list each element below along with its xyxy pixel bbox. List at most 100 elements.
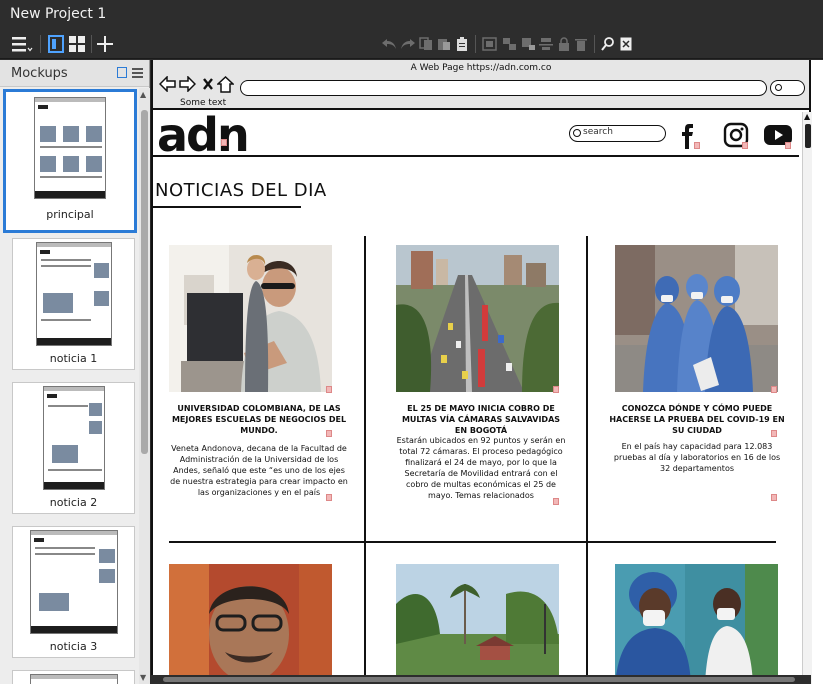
- delete-button[interactable]: [573, 33, 589, 55]
- note-marker-icon: [326, 386, 332, 393]
- canvas-horizontal-scrollbar[interactable]: [151, 675, 811, 684]
- header-divider: [153, 155, 799, 157]
- window-title: New Project 1: [0, 0, 823, 29]
- ungroup-icon: [502, 37, 517, 51]
- thumbnail-preview: [29, 530, 118, 634]
- note-marker-icon: [326, 430, 332, 437]
- arrange-icon: [521, 37, 536, 51]
- ungroup-button[interactable]: [500, 33, 518, 55]
- mockup-thumbnail-principal[interactable]: principal: [3, 89, 137, 233]
- lock-icon: [558, 37, 570, 51]
- news-photo-business-school[interactable]: [169, 245, 332, 392]
- view-grid-button[interactable]: [67, 33, 87, 55]
- thumbnail-preview: [29, 674, 118, 684]
- note-marker-icon: [771, 494, 777, 501]
- mockup-thumbnail-noticia-3[interactable]: noticia 3: [12, 526, 135, 658]
- search-icon: [601, 37, 615, 51]
- browser-window-mockup[interactable]: A Web Page https://adn.com.co Some text …: [151, 60, 812, 684]
- news-summary: En el país hay capacidad para 12.083 pru…: [613, 442, 781, 473]
- note-marker-icon: [742, 142, 748, 149]
- mockup-thumbnail-noticia-2[interactable]: noticia 2: [12, 382, 135, 514]
- thumbnail-preview: [42, 386, 105, 490]
- lock-button[interactable]: [556, 33, 572, 55]
- note-marker-icon: [553, 498, 559, 505]
- list-view-icon[interactable]: [132, 68, 143, 78]
- copy-icon: [419, 37, 433, 51]
- scroll-down-icon[interactable]: ▼: [140, 673, 146, 682]
- group-button[interactable]: [480, 33, 498, 55]
- news-summary: Estarán ubicados en 92 puntos y serán en…: [396, 436, 566, 500]
- search-icon: [775, 84, 782, 91]
- news-photo-traffic-cameras[interactable]: [396, 245, 559, 392]
- close-icon[interactable]: [202, 76, 214, 96]
- thumbnail-label: noticia 2: [49, 496, 98, 509]
- news-photo-town-park[interactable]: [396, 564, 559, 684]
- align-icon: [539, 37, 553, 51]
- news-photo-covid-test[interactable]: [615, 245, 778, 392]
- toolbar: [0, 29, 823, 59]
- arrange-button[interactable]: [519, 33, 537, 55]
- single-view-icon: [48, 35, 64, 53]
- note-marker-icon: [553, 386, 559, 393]
- site-search-input[interactable]: search: [569, 125, 666, 142]
- thumbnail-scroll-thumb[interactable]: [141, 110, 148, 454]
- note-marker-icon: [785, 142, 791, 149]
- scroll-up-icon[interactable]: ▲: [804, 112, 810, 121]
- row-divider: [169, 541, 776, 543]
- title-underline: [153, 206, 301, 208]
- browser-search-box[interactable]: [770, 80, 805, 96]
- add-mockup-button[interactable]: [95, 33, 115, 55]
- menu-button[interactable]: [10, 33, 34, 55]
- copy-button[interactable]: [418, 33, 434, 55]
- mockups-panel-title: Mockups: [11, 66, 68, 81]
- export-x-icon: [620, 37, 632, 51]
- mockups-panel: Mockups principal noticia 1 noticia 2 no…: [0, 60, 150, 684]
- redo-icon: [400, 37, 416, 51]
- note-marker-icon: [771, 386, 777, 393]
- view-single-button[interactable]: [46, 33, 66, 55]
- home-icon[interactable]: [216, 75, 235, 97]
- export-button[interactable]: [618, 33, 634, 55]
- thumbnail-scrollbar[interactable]: ▲ ▼: [139, 88, 150, 684]
- search-placeholder: search: [583, 127, 613, 137]
- page-scroll-thumb[interactable]: [805, 124, 811, 148]
- mockup-thumbnail-noticia-1[interactable]: noticia 1: [12, 238, 135, 370]
- page-vertical-scrollbar[interactable]: ▲: [802, 112, 812, 684]
- find-button[interactable]: [599, 33, 617, 55]
- canvas-scroll-thumb[interactable]: [163, 677, 795, 682]
- scroll-up-icon[interactable]: ▲: [140, 90, 146, 99]
- note-marker-icon: [221, 139, 227, 146]
- thumbnail-label: noticia 1: [49, 352, 98, 365]
- back-arrow-icon[interactable]: [158, 75, 176, 96]
- paste-button[interactable]: [436, 33, 452, 55]
- align-button[interactable]: [538, 33, 554, 55]
- note-marker-icon: [694, 142, 700, 149]
- search-icon: [573, 129, 581, 137]
- news-headline[interactable]: UNIVERSIDAD COLOMBIANA, DE LAS MEJORES E…: [169, 403, 349, 436]
- mockup-thumbnail-list: principal noticia 1 noticia 2 noticia 3: [0, 88, 139, 684]
- clipboard-button[interactable]: [454, 33, 470, 55]
- url-bar[interactable]: [240, 80, 767, 96]
- web-page-content: adn search NOTICIAS DEL DIA UNIVERSIDAD …: [153, 112, 799, 684]
- news-headline[interactable]: CONOZCA DÓNDE Y CÓMO PUEDE HACERSE LA PR…: [608, 403, 786, 436]
- news-photo-health-worker[interactable]: [615, 564, 778, 684]
- note-marker-icon: [771, 430, 777, 437]
- trash-icon: [575, 37, 587, 51]
- browser-title: A Web Page https://adn.com.co: [410, 63, 552, 73]
- group-icon: [481, 37, 497, 51]
- forward-arrow-icon[interactable]: [179, 75, 197, 96]
- thumbnail-view-icon[interactable]: [117, 67, 127, 78]
- undo-button[interactable]: [380, 33, 398, 55]
- clipboard-icon: [456, 36, 468, 52]
- news-summary: Veneta Andonova, decana de la Facultad d…: [170, 444, 348, 497]
- news-headline[interactable]: EL 25 DE MAYO INICIA COBRO DE MULTAS VÍA…: [396, 403, 566, 436]
- mockup-thumbnail-partial[interactable]: [12, 670, 135, 684]
- thumbnail-preview: [34, 97, 106, 199]
- undo-icon: [381, 37, 397, 51]
- column-divider: [586, 236, 588, 684]
- news-photo-politician[interactable]: [169, 564, 332, 684]
- column-divider: [364, 236, 366, 684]
- thumbnail-preview: [35, 242, 112, 346]
- redo-button[interactable]: [399, 33, 417, 55]
- hamburger-icon: [11, 35, 33, 53]
